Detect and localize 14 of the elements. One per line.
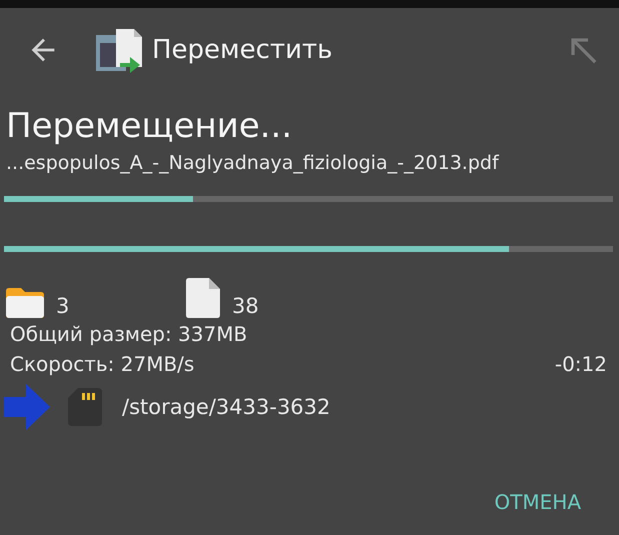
transfer-speed: Скорость: 27MB/s [10, 352, 194, 376]
toolbar-title: Переместить [152, 35, 334, 65]
destination-path: /storage/3433-3632 [122, 395, 330, 419]
file-count: 38 [232, 294, 259, 318]
folder-icon [6, 288, 44, 318]
right-arrow-icon [4, 384, 50, 430]
sd-card-icon [68, 388, 102, 426]
file-name: ...espopulos_A_-_Naglyadnaya_fiziologia_-_2013.pdf [6, 152, 500, 174]
file-icon [186, 278, 220, 318]
operation-heading: Перемещение... [6, 106, 294, 146]
folder-count: 3 [56, 294, 70, 318]
time-remaining: -0:12 [554, 352, 607, 376]
cancel-button[interactable]: ОТМЕНА [484, 482, 591, 522]
total-size: Общий размер: 337MB [10, 322, 248, 346]
